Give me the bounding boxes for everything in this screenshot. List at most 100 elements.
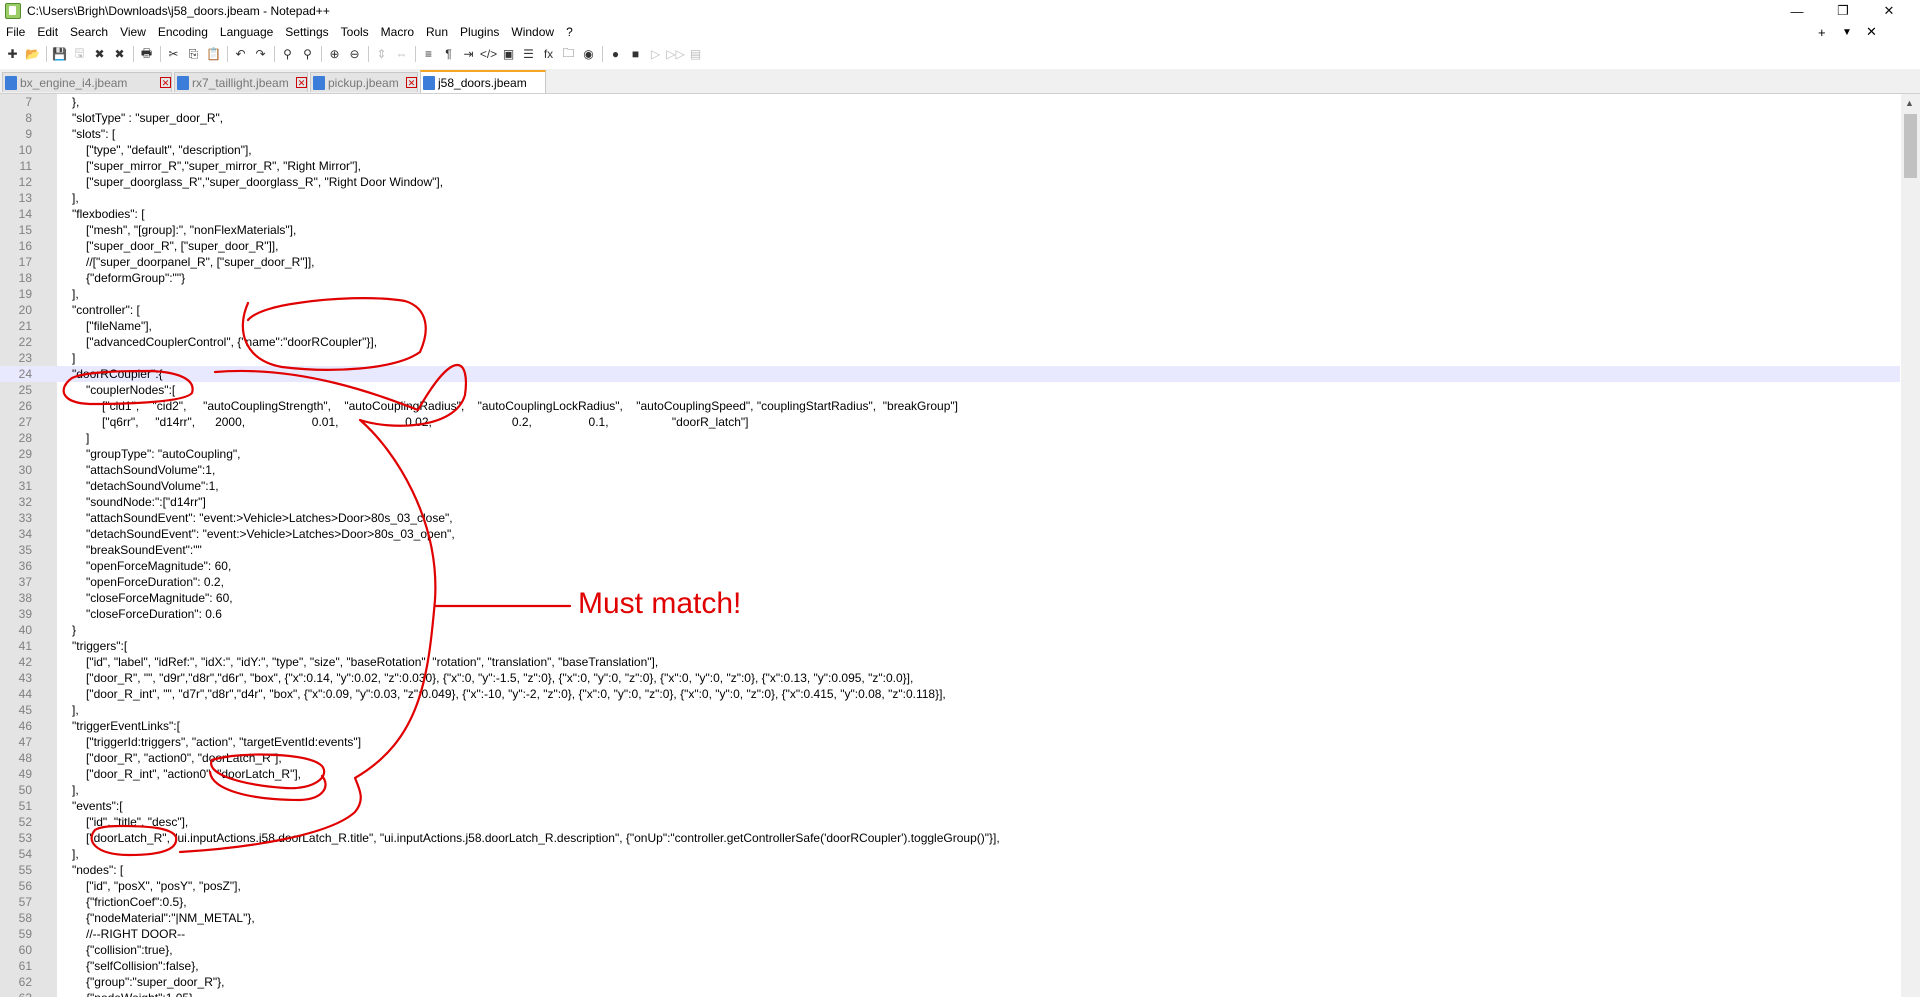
code-line[interactable]: 53 ["doorLatch_R", "ui.inputActions.j58.d… xyxy=(0,830,1900,846)
code-line[interactable]: 35 "breakSoundEvent":"" xyxy=(0,542,1900,558)
code-line[interactable]: 14 "flexbodies": [ xyxy=(0,206,1900,222)
code-line[interactable]: 18 {"deformGroup":""} xyxy=(0,270,1900,286)
code-line[interactable]: 17 //["super_doorpanel_R", ["super_door_R… xyxy=(0,254,1900,270)
code-line[interactable]: 50], xyxy=(0,782,1900,798)
scroll-up-arrow-icon[interactable]: ▲ xyxy=(1905,98,1914,108)
code-line[interactable]: 62 {"group":"super_door_R"}, xyxy=(0,974,1900,990)
lang-icon[interactable]: </> xyxy=(480,46,497,63)
close-all-icon[interactable]: ✖ xyxy=(111,46,128,63)
code-line[interactable]: 10 ["type", "default", "description"], xyxy=(0,142,1900,158)
code-line[interactable]: 19], xyxy=(0,286,1900,302)
code-line[interactable]: 47 ["triggerId:triggers", "action", "targ… xyxy=(0,734,1900,750)
code-line[interactable]: 44 ["door_R_int", "", "d7r","d8r","d4r", … xyxy=(0,686,1900,702)
code-line[interactable]: 31 "detachSoundVolume":1, xyxy=(0,478,1900,494)
code-editor[interactable]: 7}, 8 "slotType" : "super_door_R", 9 "slots"… xyxy=(0,94,1900,997)
doc-map-icon[interactable]: ▣ xyxy=(500,46,517,63)
run-macro-multiple-icon[interactable]: ▷▷ xyxy=(666,46,684,63)
menu-item[interactable]: Plugins xyxy=(454,22,505,42)
menu-item[interactable]: View xyxy=(114,22,152,42)
show-all-chars-icon[interactable]: ¶ xyxy=(440,46,457,63)
save-all-icon[interactable]: 🖫 xyxy=(71,46,88,63)
code-line[interactable]: 23] xyxy=(0,350,1900,366)
menu-item[interactable]: Tools xyxy=(335,22,375,42)
code-line[interactable]: 8 "slotType" : "super_door_R", xyxy=(0,110,1900,126)
code-line[interactable]: 15 ["mesh", "[group]:", "nonFlexMaterials… xyxy=(0,222,1900,238)
code-line[interactable]: 51 "events":[ xyxy=(0,798,1900,814)
code-line[interactable]: 20 "controller": [ xyxy=(0,302,1900,318)
code-line[interactable]: 60 {"collision":true}, xyxy=(0,942,1900,958)
sync-h-icon[interactable]: ⇔ xyxy=(393,46,410,63)
code-line[interactable]: 13], xyxy=(0,190,1900,206)
code-line[interactable]: 48 ["door_R", "action0", "doorLatch_R"], xyxy=(0,750,1900,766)
open-file-icon[interactable]: 📂 xyxy=(24,46,41,63)
code-line[interactable]: 36 "openForceMagnitude": 60, xyxy=(0,558,1900,574)
stop-record-icon[interactable]: ■ xyxy=(627,46,644,63)
replace-icon[interactable]: ⚲ xyxy=(299,46,316,63)
menu-item[interactable]: Language xyxy=(214,22,279,42)
code-line[interactable]: 7}, xyxy=(0,94,1900,110)
code-line[interactable]: 26 ["cid1", "cid2", "autoCouplingStrength… xyxy=(0,398,1900,414)
menu-item[interactable]: Search xyxy=(64,22,114,42)
code-line[interactable]: 58 {"nodeMaterial":"|NM_METAL"}, xyxy=(0,910,1900,926)
menu-item[interactable]: Settings xyxy=(279,22,334,42)
code-line[interactable]: 34 "detachSoundEvent": "event:>Vehicle>La… xyxy=(0,526,1900,542)
word-wrap-icon[interactable]: ≡ xyxy=(420,46,437,63)
code-line[interactable]: 32 "soundNode:":["d14rr"] xyxy=(0,494,1900,510)
code-line[interactable]: 28] xyxy=(0,430,1900,446)
code-line[interactable]: 27 ["q6rr", "d14rr", 2000, 0.01, 0.02, 0.… xyxy=(0,414,1900,430)
code-line[interactable]: 42 ["id", "label", "idRef:", "idX:", "idY… xyxy=(0,654,1900,670)
code-line[interactable]: 29 "groupType": "autoCoupling", xyxy=(0,446,1900,462)
code-line[interactable]: 33 "attachSoundEvent": "event:>Vehicle>La… xyxy=(0,510,1900,526)
maximize-button[interactable]: ❐ xyxy=(1820,0,1866,22)
new-file-icon[interactable]: ✚ xyxy=(4,46,21,63)
scrollbar-thumb[interactable] xyxy=(1904,114,1917,178)
tab-document[interactable]: rx7_taillight.jbeam ✕ xyxy=(174,72,308,92)
menu-item[interactable]: File xyxy=(0,22,31,42)
zoom-out-icon[interactable]: ⊖ xyxy=(346,46,363,63)
redo-icon[interactable]: ↷ xyxy=(252,46,269,63)
tab-close-icon[interactable]: ✕ xyxy=(160,77,171,88)
tab-close-icon[interactable]: ✕ xyxy=(296,77,307,88)
undo-icon[interactable]: ↶ xyxy=(232,46,249,63)
code-line[interactable]: 12 ["super_doorglass_R","super_doorglass_… xyxy=(0,174,1900,190)
code-line[interactable]: 9 "slots": [ xyxy=(0,126,1900,142)
code-line[interactable]: 63 {"nodeWeight":1.05}, xyxy=(0,990,1900,997)
code-line[interactable]: 52 ["id", "title", "desc"], xyxy=(0,814,1900,830)
paste-icon[interactable]: 📋 xyxy=(205,46,222,63)
code-line[interactable]: 37 "openForceDuration": 0.2, xyxy=(0,574,1900,590)
code-line[interactable]: 39 "closeForceDuration": 0.6 xyxy=(0,606,1900,622)
zoom-in-icon[interactable]: ⊕ xyxy=(326,46,343,63)
code-line[interactable]: 11 ["super_mirror_R","super_mirror_R", "R… xyxy=(0,158,1900,174)
code-line[interactable]: 59 //--RIGHT DOOR-- xyxy=(0,926,1900,942)
code-line[interactable]: 24 "doorRCoupler":{ xyxy=(0,366,1900,382)
code-line[interactable]: 41 "triggers":[ xyxy=(0,638,1900,654)
tab-list-dropdown-button[interactable]: ▼ xyxy=(1842,22,1852,42)
code-line[interactable]: 25 "couplerNodes":[ xyxy=(0,382,1900,398)
menu-item[interactable]: Macro xyxy=(375,22,420,42)
code-line[interactable]: 45], xyxy=(0,702,1900,718)
tab-document[interactable]: pickup.jbeam ✕ xyxy=(310,72,418,92)
find-icon[interactable]: ⚲ xyxy=(279,46,296,63)
print-icon[interactable]: 🖶 xyxy=(138,46,155,63)
code-line[interactable]: 16 ["super_door_R", ["super_door_R"]], xyxy=(0,238,1900,254)
code-line[interactable]: 21 ["fileName"], xyxy=(0,318,1900,334)
copy-icon[interactable]: ⎘ xyxy=(185,46,202,63)
minimize-button[interactable]: — xyxy=(1774,0,1820,22)
tab-active[interactable]: j58_doors.jbeam xyxy=(420,70,546,93)
code-line[interactable]: 61 {"selfCollision":false}, xyxy=(0,958,1900,974)
code-line[interactable]: 46 "triggerEventLinks":[ xyxy=(0,718,1900,734)
indent-guide-icon[interactable]: ⇥ xyxy=(460,46,477,63)
code-line[interactable]: 30 "attachSoundVolume":1, xyxy=(0,462,1900,478)
sync-v-icon[interactable]: ⇕ xyxy=(373,46,390,63)
menu-item[interactable]: ? xyxy=(560,22,579,42)
code-line[interactable]: 40} xyxy=(0,622,1900,638)
new-tab-plus-button[interactable]: + xyxy=(1818,22,1826,42)
record-macro-icon[interactable]: ● xyxy=(607,46,624,63)
code-line[interactable]: 38 "closeForceMagnitude": 60, xyxy=(0,590,1900,606)
menu-item[interactable]: Run xyxy=(420,22,454,42)
menu-item[interactable]: Window xyxy=(505,22,560,42)
code-line[interactable]: 43 ["door_R", "", "d9r","d8r","d6r", "box… xyxy=(0,670,1900,686)
code-line[interactable]: 55 "nodes": [ xyxy=(0,862,1900,878)
close-icon[interactable]: ✖ xyxy=(91,46,108,63)
save-icon[interactable]: 💾 xyxy=(51,46,68,63)
